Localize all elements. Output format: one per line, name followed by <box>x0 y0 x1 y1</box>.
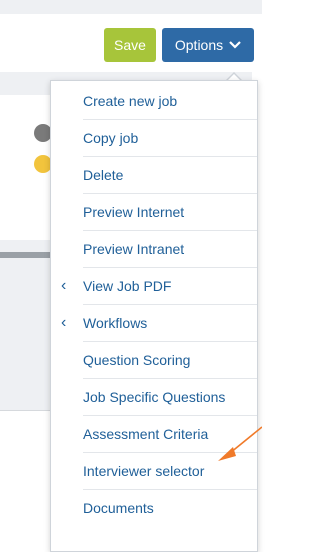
menu-item-label: Create new job <box>83 93 178 109</box>
chevron-down-icon <box>229 41 241 49</box>
chevron-left-icon: ‹ <box>61 314 67 331</box>
menu-item-label: Documents <box>83 500 154 516</box>
menu-item-label: Job Specific Questions <box>83 389 226 405</box>
options-button[interactable]: Options <box>162 28 254 62</box>
menu-item-question-scoring[interactable]: Question Scoring <box>83 342 257 379</box>
options-label: Options <box>174 37 224 53</box>
menu-item-label: View Job PDF <box>83 278 172 294</box>
save-button[interactable]: Save <box>104 28 156 62</box>
divider-bar <box>0 252 55 258</box>
menu-item-label: Assessment Criteria <box>83 426 209 442</box>
menu-item-view-job-pdf[interactable]: ‹ View Job PDF <box>61 268 257 305</box>
chevron-left-icon: ‹ <box>61 277 67 294</box>
menu-item-label: Question Scoring <box>83 352 191 368</box>
menu-item-workflows[interactable]: ‹ Workflows <box>61 305 257 342</box>
menu-item-interviewer-selector[interactable]: Interviewer selector <box>83 453 257 490</box>
menu-item-delete[interactable]: Delete <box>83 157 257 194</box>
menu-item-copy-job[interactable]: Copy job <box>83 120 257 157</box>
menu-item-label: Interviewer selector <box>83 463 205 479</box>
menu-item-preview-internet[interactable]: Preview Internet <box>83 194 257 231</box>
menu-item-label: Copy job <box>83 130 139 146</box>
menu-item-label: Preview Intranet <box>83 241 185 257</box>
menu-item-job-specific-questions[interactable]: Job Specific Questions <box>83 379 257 416</box>
menu-item-create-new-job[interactable]: Create new job <box>83 83 257 120</box>
options-dropdown-menu: Create new job Copy job Delete Preview I… <box>50 80 258 552</box>
menu-item-label: Preview Internet <box>83 204 185 220</box>
menu-item-label: Workflows <box>83 315 148 331</box>
menu-item-preview-intranet[interactable]: Preview Intranet <box>83 231 257 268</box>
menu-item-assessment-criteria[interactable]: Assessment Criteria <box>83 416 257 453</box>
top-strip <box>0 0 262 14</box>
menu-item-documents[interactable]: Documents <box>83 490 257 526</box>
menu-item-label: Delete <box>83 167 124 183</box>
